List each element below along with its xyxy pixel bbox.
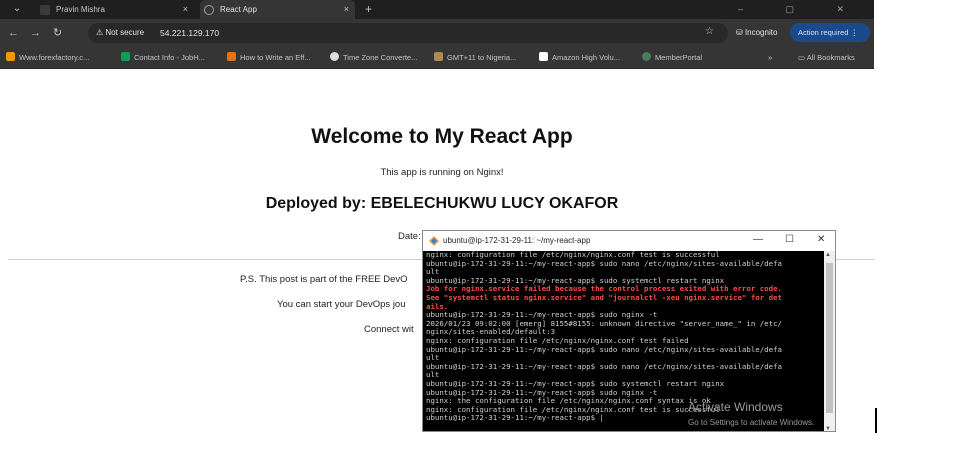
terminal-title-bar[interactable]: ubuntu@ip-172-31-29-11: ~/my-react-app —… [423, 231, 835, 251]
bookmark-item[interactable]: Amazon High Volu... [539, 52, 620, 64]
terminal-line: ubuntu@ip-172-31-29-11:~/my-react-app$ s… [426, 258, 782, 268]
bookmark-favicon-icon [642, 52, 651, 61]
incognito-icon: ⛁ [736, 28, 743, 37]
maximize-icon[interactable]: ☐ [785, 233, 794, 247]
back-icon[interactable]: ← [8, 25, 19, 41]
terminal-title: ubuntu@ip-172-31-29-11: ~/my-react-app [443, 236, 591, 245]
tab-close-icon[interactable]: × [183, 0, 188, 19]
all-bookmarks-label: All Bookmarks [806, 53, 855, 62]
terminal-line: See "systemctl status nginx.service" and… [426, 292, 782, 302]
tab-react-app[interactable]: React App × [200, 0, 355, 19]
scrollbar-thumb[interactable] [826, 263, 833, 413]
tab-favicon-icon [40, 4, 50, 15]
address-bar[interactable]: ⚠ Not secure 54.221.129.170 ☆ [88, 23, 728, 43]
close-icon[interactable]: ✕ [817, 233, 825, 247]
incognito-indicator[interactable]: ⛁ Incognito [736, 26, 777, 39]
ps-text: P.S. This post is part of the FREE DevO [240, 274, 408, 285]
url-text[interactable]: 54.221.129.170 [160, 27, 219, 39]
action-required-button[interactable]: Action required ⋮ [790, 23, 870, 42]
kebab-menu-icon: ⋮ [850, 28, 859, 37]
page-subtitle: This app is running on Nginx! [380, 167, 504, 178]
tab-strip: ⌄ Pravin Mishra × React App × + – ▢ ✕ [0, 0, 874, 19]
bookmarks-overflow-button[interactable]: » [768, 52, 772, 64]
page-title: Welcome to My React App [311, 125, 573, 148]
reload-icon[interactable]: ↻ [53, 25, 62, 41]
connect-text: Connect wit [364, 324, 414, 335]
bookmark-item[interactable]: GMT+11 to Nigeria... [434, 52, 516, 64]
bookmark-favicon-icon [434, 52, 443, 61]
tab-pravin-mishra[interactable]: Pravin Mishra × [40, 0, 188, 19]
terminal-line: ubuntu@ip-172-31-29-11:~/my-react-app$ s… [426, 344, 782, 354]
scroll-up-icon[interactable]: ▲ [825, 252, 831, 258]
incognito-label: Incognito [744, 28, 778, 37]
bookmark-label: Contact Info - JobH... [134, 53, 205, 62]
putty-icon [429, 236, 439, 246]
bookmark-favicon-icon [6, 52, 15, 61]
terminal-scrollbar[interactable]: ▲ ▼ [824, 251, 835, 431]
forward-icon[interactable]: → [30, 25, 41, 41]
deployed-by-heading: Deployed by: EBELECHUKWU LUCY OKAFOR [265, 195, 619, 212]
bookmark-favicon-icon [330, 52, 339, 61]
bookmark-favicon-icon [121, 52, 130, 61]
bookmarks-bar: Www.forexfactory.c... Contact Info - Job… [0, 47, 874, 69]
minimize-icon[interactable]: — [753, 233, 763, 247]
tab-close-icon[interactable]: × [344, 0, 349, 19]
bookmark-label: Amazon High Volu... [552, 53, 620, 62]
activate-windows-subtitle: Go to Settings to activate Windows. [688, 418, 815, 427]
action-label: Action required [798, 28, 849, 37]
bookmark-item[interactable]: MemberPortal [642, 52, 702, 64]
bookmark-favicon-icon [227, 52, 236, 61]
all-bookmarks-button[interactable]: ▭ All Bookmarks [798, 52, 855, 64]
bookmark-label: How to Write an Eff... [240, 53, 311, 62]
tab-title: Pravin Mishra [56, 5, 105, 14]
terminal-line: ubuntu@ip-172-31-29-11:~/my-react-app$ s… [426, 361, 782, 371]
globe-icon [204, 4, 214, 15]
bookmark-item[interactable]: Contact Info - JobH... [121, 52, 205, 64]
start-text: You can start your DevOps jou [277, 299, 406, 310]
bookmark-item[interactable]: How to Write an Eff... [227, 52, 311, 64]
bookmark-label: GMT+11 to Nigeria... [447, 53, 517, 62]
security-indicator[interactable]: ⚠ Not secure [96, 27, 144, 39]
activate-windows-title: Activate Windows [688, 400, 783, 414]
toolbar: ← → ↻ ⚠ Not secure 54.221.129.170 ☆ ⛁ In… [0, 19, 874, 47]
bookmark-star-icon[interactable]: ☆ [705, 26, 714, 37]
bookmark-label: Time Zone Converte... [343, 53, 418, 62]
bookmark-label: MemberPortal [655, 53, 703, 62]
folder-icon: ▭ [798, 53, 806, 62]
window-controls[interactable]: – ▢ ✕ [738, 0, 864, 19]
bookmark-favicon-icon [539, 52, 548, 61]
bookmark-label: Www.forexfactory.c... [19, 53, 90, 62]
new-tab-button[interactable]: + [365, 0, 372, 18]
tab-search-icon[interactable]: ⌄ [8, 1, 26, 17]
security-label: Not secure [105, 28, 145, 37]
tab-title: React App [220, 5, 257, 14]
date-label: Date: [398, 231, 421, 242]
text-cursor [875, 408, 877, 433]
bookmark-item[interactable]: Www.forexfactory.c... [6, 52, 89, 64]
bookmark-item[interactable]: Time Zone Converte... [330, 52, 417, 64]
